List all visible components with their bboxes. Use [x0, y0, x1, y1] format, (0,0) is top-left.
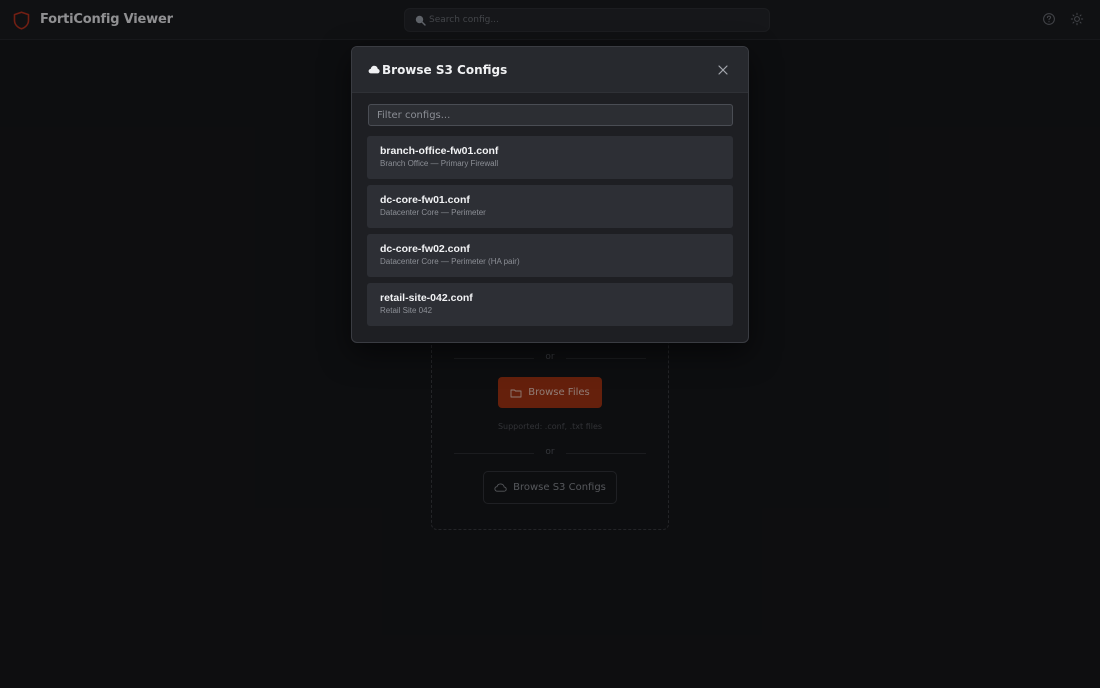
config-item[interactable]: branch-office-fw01.conf Branch Office — …: [367, 136, 733, 179]
config-description: Datacenter Core — Perimeter: [380, 208, 486, 217]
browse-s3-modal: Browse S3 Configs branch-office-fw01.con…: [351, 46, 749, 343]
filter-input[interactable]: [368, 104, 733, 126]
config-list: branch-office-fw01.conf Branch Office — …: [367, 136, 733, 332]
cloud-icon: [368, 65, 380, 74]
config-item[interactable]: retail-site-042.conf Retail Site 042: [367, 283, 733, 326]
config-description: Branch Office — Primary Firewall: [380, 159, 499, 168]
config-item[interactable]: dc-core-fw01.conf Datacenter Core — Peri…: [367, 185, 733, 228]
modal-title: Browse S3 Configs: [382, 63, 508, 77]
config-name: retail-site-042.conf: [380, 292, 473, 304]
config-description: Retail Site 042: [380, 306, 433, 315]
config-item[interactable]: dc-core-fw02.conf Datacenter Core — Peri…: [367, 234, 733, 277]
config-description: Datacenter Core — Perimeter (HA pair): [380, 257, 520, 266]
config-name: branch-office-fw01.conf: [380, 145, 499, 157]
close-icon[interactable]: [718, 65, 728, 75]
modal-header: Browse S3 Configs: [352, 47, 748, 93]
config-name: dc-core-fw02.conf: [380, 243, 470, 255]
config-name: dc-core-fw01.conf: [380, 194, 470, 206]
